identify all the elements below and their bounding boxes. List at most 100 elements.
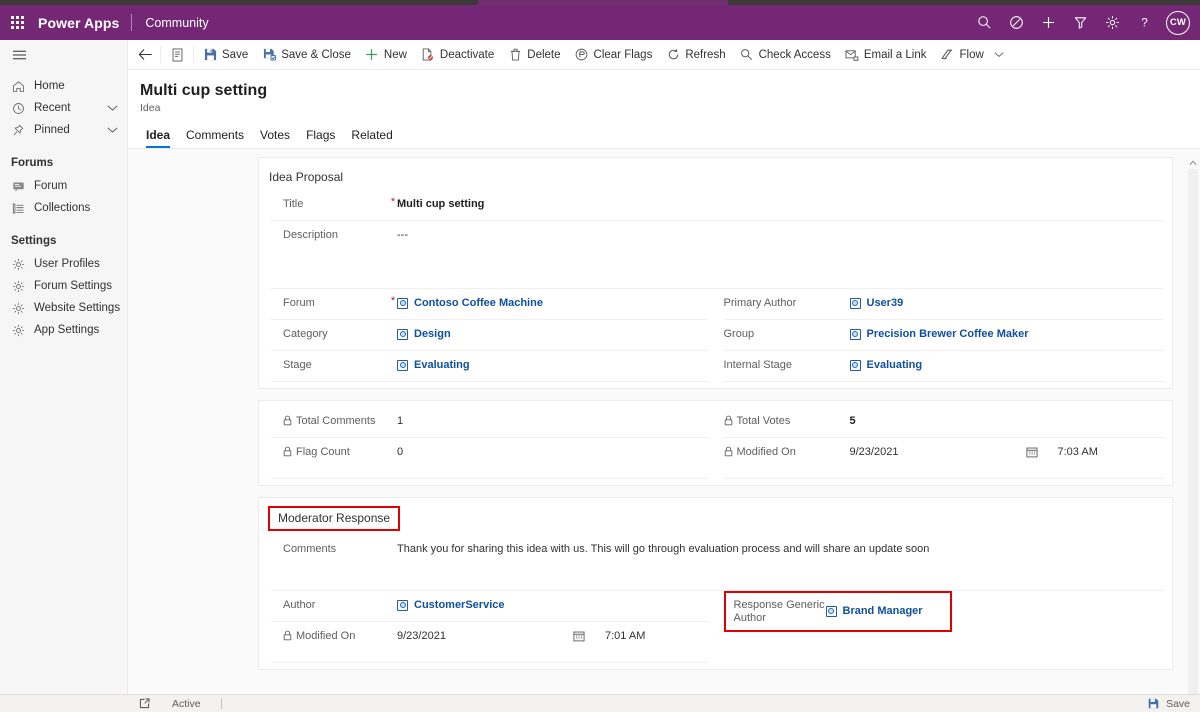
field-value-modified-on: 9/23/2021 7:03 AM [850,445,1165,459]
new-button[interactable]: New [358,41,414,69]
assistant-icon[interactable] [1001,7,1031,39]
field-internal-stage[interactable]: Internal Stage Evaluating [723,351,1165,382]
sidebar-item-label: Collections [34,202,91,214]
field-forum[interactable]: Forum * Contoso Coffee Machine [271,289,708,320]
body-container: Home Recent Pinned Forums Forum Collecti… [0,40,1200,712]
idea-proposal-right-column: Primary Author User39 Group Precision Br… [716,289,1173,388]
sidebar-item-user-profiles[interactable]: User Profiles [0,253,127,275]
form-body: Idea Proposal Title * Multi cup setting … [128,157,1186,712]
new-button-label: New [383,48,407,61]
flow-button[interactable]: Flow [933,41,1012,69]
save-button[interactable]: Save [196,41,255,69]
lock-icon [283,415,292,426]
required-indicator-placeholder [842,327,850,328]
required-indicator-placeholder [389,445,397,446]
deactivate-label: Deactivate [439,48,495,61]
plus-icon [365,48,379,62]
field-label: Total Comments [296,415,376,427]
tab-comments[interactable]: Comments [178,124,252,148]
filter-icon[interactable] [1065,7,1095,39]
statistics-right-column: Total Votes 5 Modified On 9/23/2021 7:03… [716,407,1173,485]
refresh-button[interactable]: Refresh [659,41,732,69]
date-value: 9/23/2021 [849,446,899,458]
required-indicator-placeholder [389,228,397,229]
field-value-title: Multi cup setting [397,198,485,210]
sidebar-item-forum-settings[interactable]: Forum Settings [0,275,127,297]
lookup-text: Evaluating [414,359,470,371]
field-value-stage[interactable]: Evaluating [397,358,708,372]
avatar[interactable]: CW [1166,10,1190,35]
field-value-flag-count: 0 [397,446,404,458]
lookup-text: Contoso Coffee Machine [414,297,543,309]
sidebar-item-label: Pinned [34,124,70,136]
plus-icon[interactable] [1033,7,1063,39]
field-total-votes: Total Votes 5 [723,407,1164,438]
sidebar-item-recent[interactable]: Recent [0,97,127,119]
sidebar-item-website-settings[interactable]: Website Settings [0,297,127,319]
field-value-primary-author[interactable]: User39 [849,296,1165,310]
sidebar-item-home[interactable]: Home [0,75,127,97]
clear-flags-button[interactable]: Clear Flags [568,41,660,69]
field-group[interactable]: Group Precision Brewer Coffee Maker [723,320,1165,351]
tab-related[interactable]: Related [343,124,400,148]
gear-icon [11,323,25,337]
tab-flags[interactable]: Flags [298,124,343,148]
back-arrow-icon[interactable] [132,41,158,69]
gear-icon [11,279,25,293]
sidebar-item-label: App Settings [34,324,100,336]
scroll-up-arrow-icon[interactable] [1186,157,1200,169]
lookup-text: CustomerService [414,599,505,611]
trash-icon [508,48,522,62]
field-response-generic-author[interactable]: Response Generic Author Brand Manager [723,591,952,632]
email-a-link-button[interactable]: Email a Link [838,41,934,69]
section-underline [723,478,1164,479]
tab-votes[interactable]: Votes [252,124,298,148]
form-icon[interactable] [163,41,191,69]
sidebar-item-app-settings[interactable]: App Settings [0,319,127,341]
flow-icon [940,48,954,62]
app-name-label[interactable]: Community [132,16,208,30]
field-value-response-author[interactable]: CustomerService [397,598,708,612]
sidebar-item-forum[interactable]: Forum [0,175,127,197]
sidebar-collapse-icon[interactable] [0,40,127,70]
moderator-response-left-column: Author CustomerService Modified On 9/23/… [259,591,716,669]
chevron-down-icon[interactable] [107,126,118,134]
field-title[interactable]: Title * Multi cup setting [271,190,1164,221]
field-label-wrap: Total Votes [724,414,842,428]
field-stage[interactable]: Stage Evaluating [271,351,708,382]
field-description[interactable]: Description --- [271,221,1164,289]
vertical-scrollbar[interactable] [1186,157,1200,712]
field-value-forum[interactable]: Contoso Coffee Machine [397,296,708,310]
required-indicator-placeholder [389,629,397,630]
deactivate-button[interactable]: Deactivate [414,41,501,69]
tab-idea[interactable]: Idea [138,124,178,148]
field-moderator-comments[interactable]: Comments Thank you for sharing this idea… [271,535,1164,591]
field-value-group[interactable]: Precision Brewer Coffee Maker [849,327,1165,341]
gear-icon [11,301,25,315]
field-category[interactable]: Category Design [271,320,708,351]
field-value-internal-stage[interactable]: Evaluating [849,358,1165,372]
footer-save-button[interactable]: Save [1145,698,1200,710]
scrollbar-track[interactable] [1188,169,1198,705]
field-value-moderator-comments: Thank you for sharing this idea with us.… [397,543,930,555]
check-access-button[interactable]: Check Access [733,41,838,69]
field-response-author[interactable]: Author CustomerService [271,591,708,622]
chevron-down-icon[interactable] [107,104,118,112]
gear-icon[interactable] [1097,7,1127,39]
sidebar-item-collections[interactable]: Collections [0,197,127,219]
delete-button[interactable]: Delete [501,41,567,69]
lookup-text: Precision Brewer Coffee Maker [866,328,1029,340]
sidebar-item-pinned[interactable]: Pinned [0,119,127,141]
save-and-close-button[interactable]: Save & Close [255,41,358,69]
waffle-menu-icon[interactable] [0,5,34,40]
help-icon[interactable]: ? [1129,7,1159,39]
field-primary-author[interactable]: Primary Author User39 [723,289,1165,320]
search-icon[interactable] [969,7,999,39]
chevron-down-icon[interactable] [992,48,1006,62]
open-popup-icon[interactable] [136,698,152,709]
field-value-category[interactable]: Design [397,327,708,341]
save-and-close-label: Save & Close [281,48,351,61]
brand-title[interactable]: Power Apps [34,15,131,31]
field-value-response-generic-author[interactable]: Brand Manager [825,598,950,618]
sidebar-item-label: Website Settings [34,302,121,314]
